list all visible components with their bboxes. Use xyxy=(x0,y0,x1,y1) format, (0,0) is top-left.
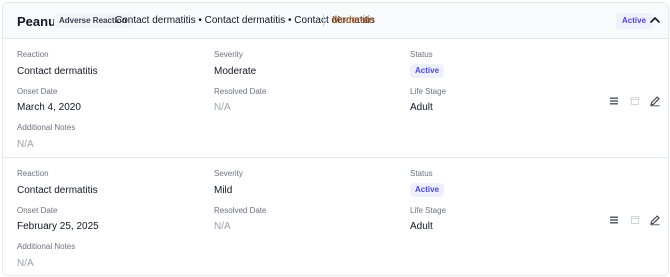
reaction-value: Contact dermatitis xyxy=(17,185,98,196)
severity-summary: Moderate xyxy=(332,15,375,26)
resolved-date-value: N/A xyxy=(214,102,231,113)
list-icon[interactable] xyxy=(608,95,620,107)
edit-icon[interactable] xyxy=(649,95,661,107)
status-label: Status xyxy=(410,50,433,59)
edit-icon[interactable] xyxy=(649,214,661,226)
severity-value: Mild xyxy=(214,185,233,196)
resolved-date-value: N/A xyxy=(214,221,231,232)
archive-icon[interactable] xyxy=(629,95,641,107)
resolved-date-label: Resolved Date xyxy=(214,87,267,96)
header-divider xyxy=(323,14,324,27)
reaction-label: Reaction xyxy=(17,50,49,59)
list-icon[interactable] xyxy=(608,214,620,226)
onset-date-value: February 25, 2025 xyxy=(17,221,99,232)
additional-notes-label: Additional Notes xyxy=(17,123,76,132)
allergy-card: Peanut Adverse Reaction Contact dermatit… xyxy=(2,2,669,276)
life-stage-label: Life Stage xyxy=(410,206,447,215)
additional-notes-value: N/A xyxy=(17,139,34,150)
severity-label: Severity xyxy=(214,169,243,178)
chevron-up-icon[interactable] xyxy=(648,13,662,27)
additional-notes-label: Additional Notes xyxy=(17,242,76,251)
onset-date-label: Onset Date xyxy=(17,206,58,215)
reaction-label: Reaction xyxy=(17,169,49,178)
life-stage-value: Adult xyxy=(410,102,433,113)
additional-notes-value: N/A xyxy=(17,258,34,269)
reaction-entry: Reaction Contact dermatitis Severity Mod… xyxy=(3,40,668,158)
severity-label: Severity xyxy=(214,50,243,59)
life-stage-label: Life Stage xyxy=(410,87,447,96)
status-badge: Active xyxy=(410,64,445,78)
reaction-entry: Reaction Contact dermatitis Severity Mil… xyxy=(3,159,668,275)
onset-date-value: March 4, 2020 xyxy=(17,102,81,113)
life-stage-value: Adult xyxy=(410,221,433,232)
status-badge: Active xyxy=(410,183,445,197)
status-label: Status xyxy=(410,169,433,178)
reaction-value: Contact dermatitis xyxy=(17,66,98,77)
allergy-header[interactable]: Peanut Adverse Reaction Contact dermatit… xyxy=(3,3,668,39)
status-badge: Active xyxy=(616,13,653,29)
severity-value: Moderate xyxy=(214,66,257,77)
archive-icon[interactable] xyxy=(629,214,641,226)
resolved-date-label: Resolved Date xyxy=(214,206,267,215)
onset-date-label: Onset Date xyxy=(17,87,58,96)
